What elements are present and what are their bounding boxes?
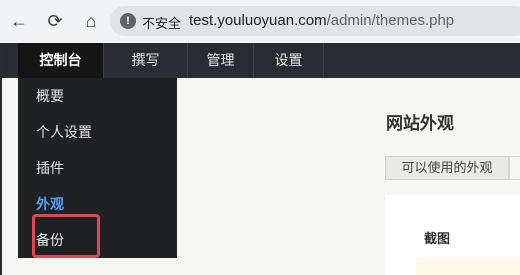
menu-dashboard[interactable]: 控制台 — [18, 43, 104, 78]
table-row — [416, 257, 520, 275]
page-title: 网站外观 — [386, 114, 454, 133]
back-arrow-icon[interactable]: ← — [6, 8, 32, 34]
address-bar[interactable]: ! 不安全 test.youluoyuan.com/admin/themes.p… — [110, 6, 520, 36]
url-text[interactable]: test.youluoyuan.com/admin/themes.php — [189, 12, 454, 29]
admin-main-menu: 控制台 撰写 管理 设置 — [18, 43, 324, 78]
themes-table: 截图 — [385, 195, 520, 275]
url-path: /admin/themes.php — [326, 12, 455, 29]
browser-toolbar: ← ⟳ ⌂ ! 不安全 test.youluoyuan.com/admin/th… — [0, 0, 520, 43]
menu-settings[interactable]: 设置 — [254, 43, 324, 78]
tab-next[interactable] — [509, 156, 520, 180]
highlight-annotation — [32, 214, 100, 258]
home-icon[interactable]: ⌂ — [78, 8, 104, 34]
warning-icon[interactable]: ! — [120, 13, 136, 29]
dropdown-item-plugins[interactable]: 插件 — [18, 150, 177, 186]
menu-write[interactable]: 撰写 — [104, 43, 188, 78]
column-header-screenshot: 截图 — [424, 231, 451, 246]
menu-manage[interactable]: 管理 — [188, 43, 254, 78]
dashboard-dropdown: 概要 个人设置 插件 外观 备份 — [18, 78, 177, 258]
url-host: test.youluoyuan.com — [189, 12, 327, 29]
admin-header: 控制台 撰写 管理 设置 — [2, 43, 520, 78]
admin-page: 控制台 撰写 管理 设置 概要 个人设置 插件 外观 备份 网站外观 可以使用的… — [0, 43, 520, 275]
dropdown-item-overview[interactable]: 概要 — [18, 78, 177, 114]
reload-icon[interactable]: ⟳ — [42, 8, 68, 34]
tab-available-themes[interactable]: 可以使用的外观 — [385, 156, 509, 180]
security-status[interactable]: 不安全 — [142, 13, 181, 32]
dropdown-item-profile[interactable]: 个人设置 — [18, 114, 177, 150]
